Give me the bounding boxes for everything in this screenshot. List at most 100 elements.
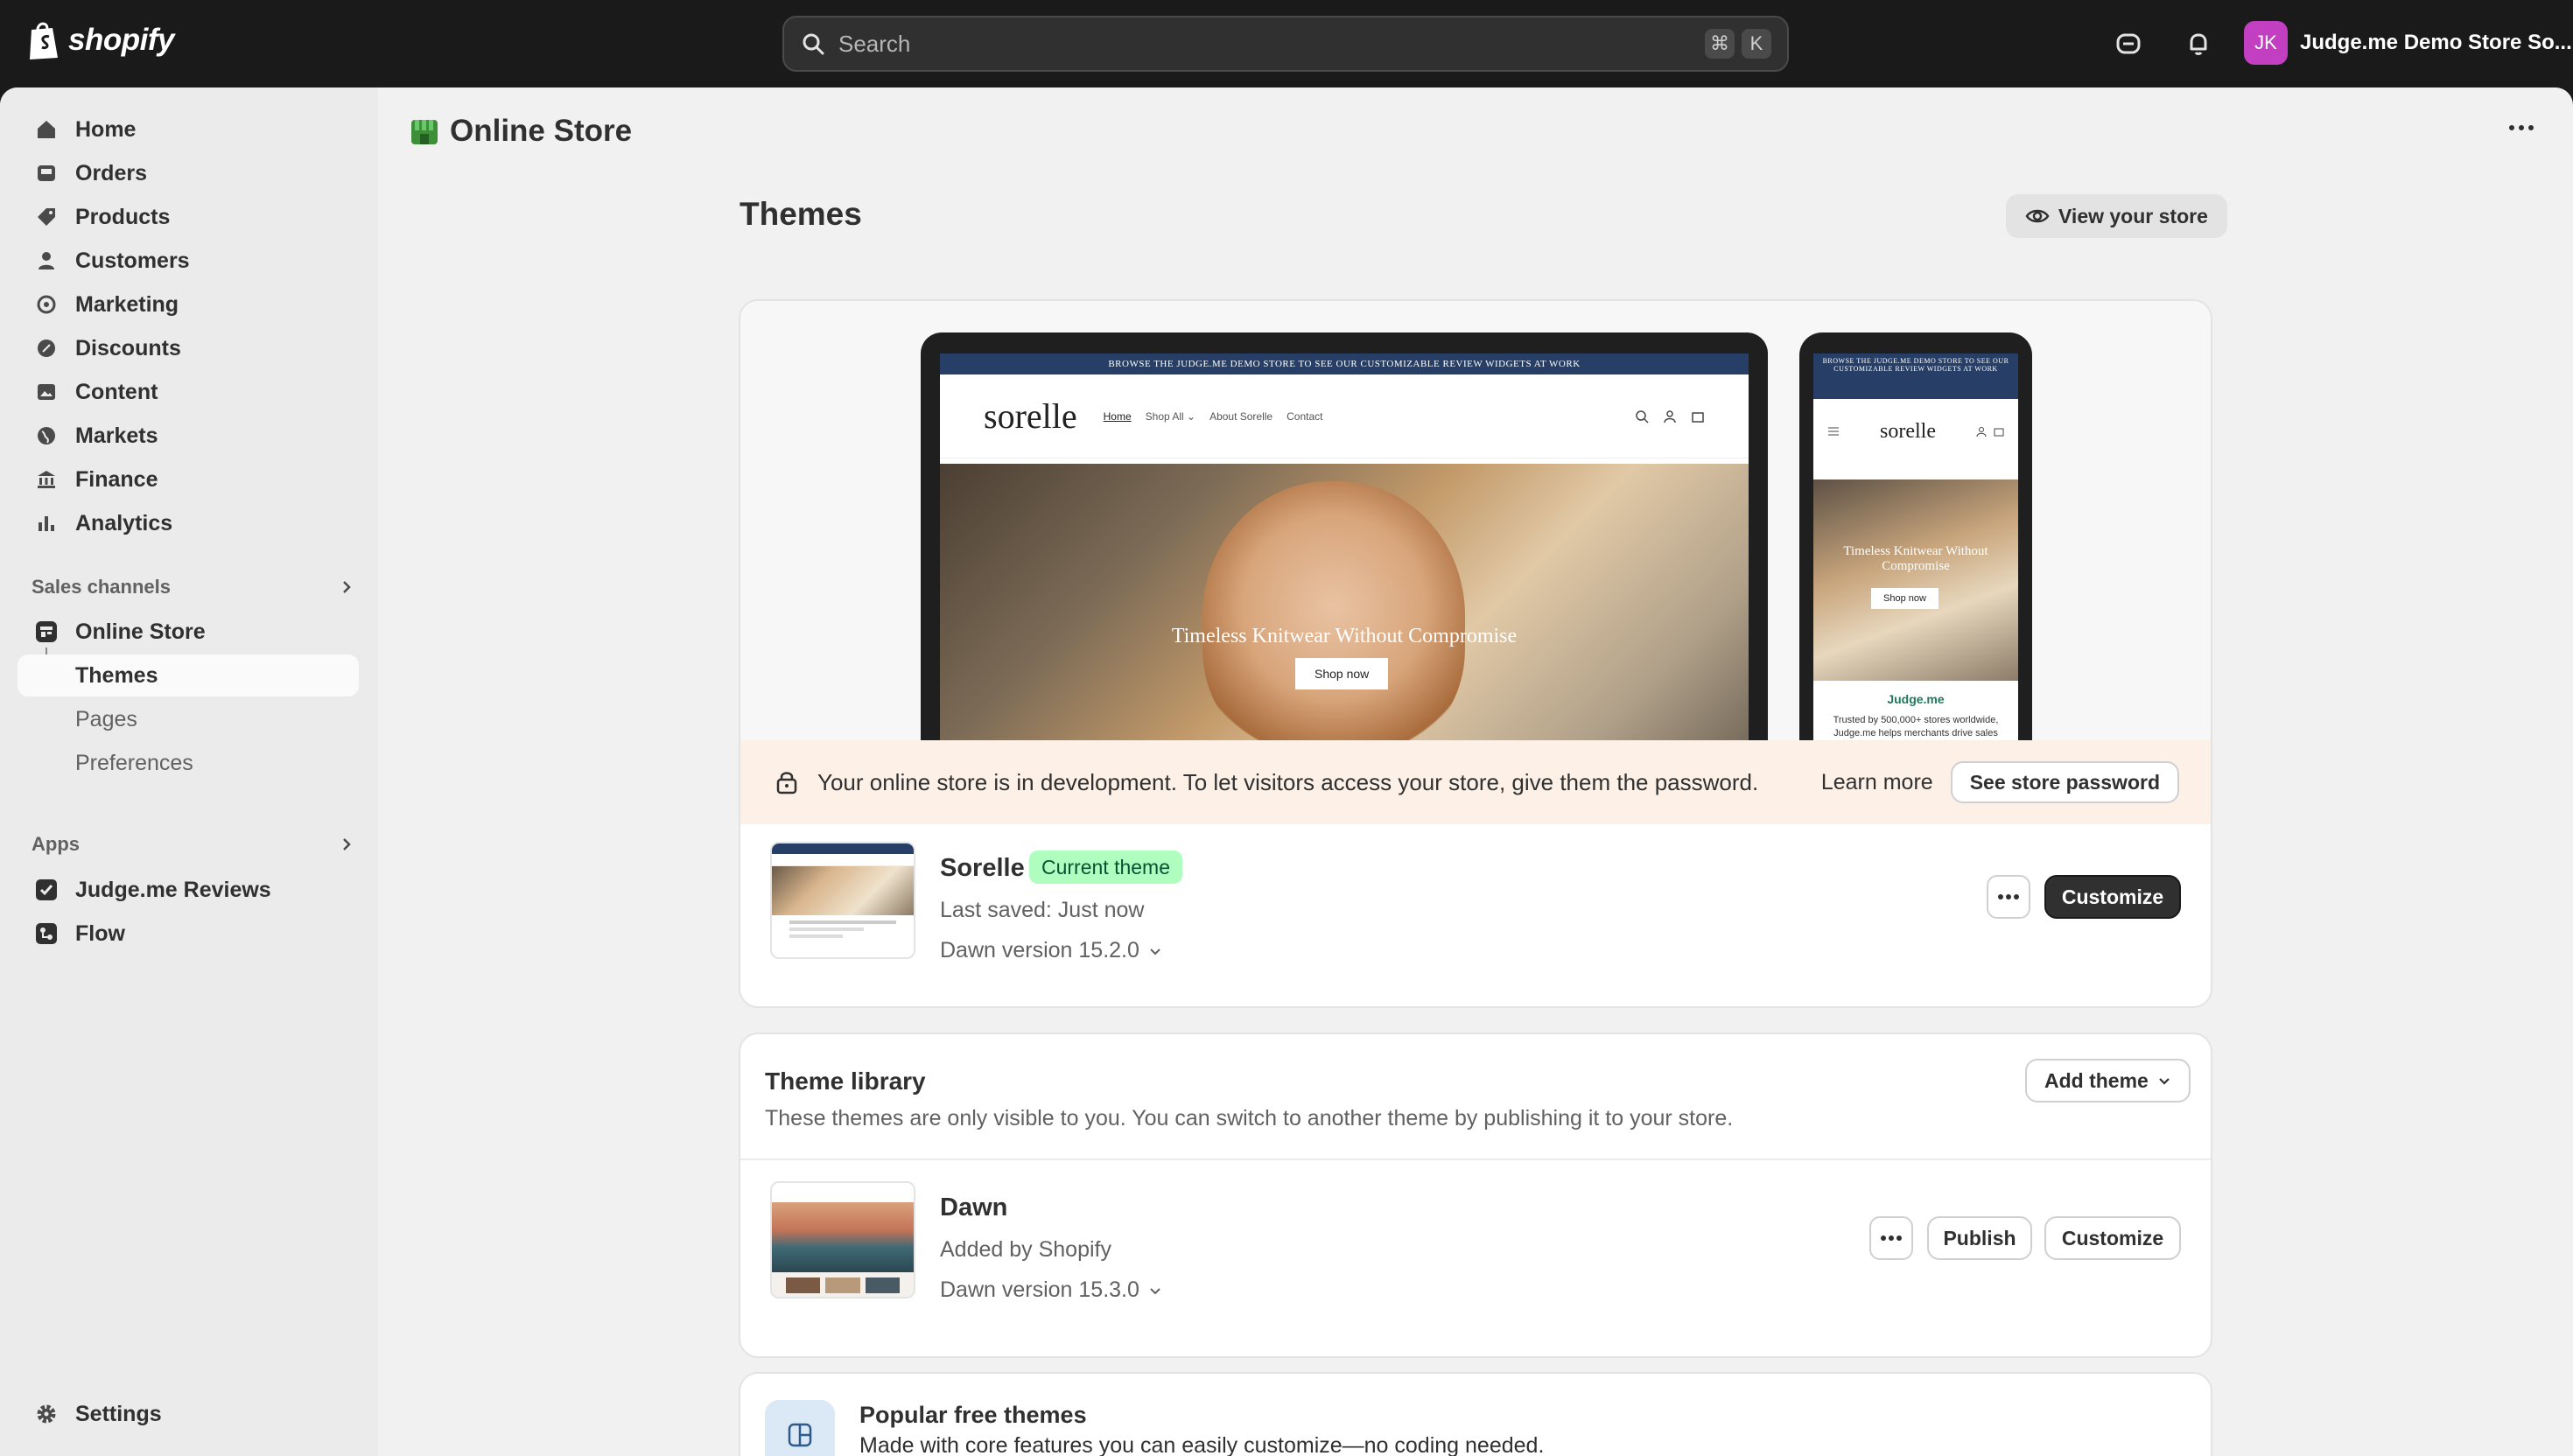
sidebar-item-label: Themes bbox=[75, 662, 158, 688]
sidebar-item-judgeme-reviews[interactable]: Judge.me Reviews bbox=[18, 869, 359, 911]
mobile-screen: BROWSE THE JUDGE.ME DEMO STORE TO SEE OU… bbox=[1813, 354, 2018, 740]
store-nav-item: About Sorelle bbox=[1209, 410, 1273, 423]
add-theme-label: Add theme bbox=[2044, 1068, 2149, 1092]
sidebar-item-markets[interactable]: Markets bbox=[18, 415, 359, 457]
themes-heading: Themes bbox=[740, 196, 862, 232]
view-store-button[interactable]: View your store bbox=[2006, 194, 2227, 238]
cart-icon bbox=[1994, 428, 2004, 437]
judgeme-review-widget: Judge.me Trusted by 500,000+ stores worl… bbox=[1813, 691, 2018, 740]
sidebar-item-pages[interactable]: Pages bbox=[18, 698, 359, 740]
sidebar-item-label: Judge.me Reviews bbox=[75, 877, 271, 902]
store-nav-item: Shop All ⌄ bbox=[1145, 410, 1196, 423]
store-header: sorelle Home Shop All ⌄ About Sorelle Co… bbox=[940, 374, 1749, 458]
store-header-icons bbox=[1635, 410, 1705, 424]
more-horizontal-icon bbox=[1998, 894, 2019, 900]
search-icon bbox=[803, 33, 824, 55]
bell-glyph bbox=[2190, 33, 2207, 55]
chevron-right-icon bbox=[343, 581, 351, 593]
page-title: Online Store bbox=[450, 114, 633, 148]
hero-shop-button: Shop now bbox=[1295, 658, 1389, 690]
mobile-hero-heading: Timeless Knitwear Without Compromise bbox=[1843, 544, 1988, 573]
sidebar-item-products[interactable]: Products bbox=[18, 196, 359, 238]
mobile-announcement-bar: BROWSE THE JUDGE.ME DEMO STORE TO SEE OU… bbox=[1813, 354, 2018, 399]
account-menu[interactable]: JK Judge.me Demo Store So... bbox=[2244, 21, 2572, 65]
store-nav-item: Home bbox=[1103, 410, 1132, 423]
theme-layout-icon bbox=[765, 1400, 835, 1456]
customize-current-theme-button[interactable]: Customize bbox=[2044, 875, 2181, 919]
sidebar-item-settings[interactable]: Settings bbox=[18, 1393, 359, 1435]
library-theme-added-by: Added by Shopify bbox=[940, 1237, 1111, 1262]
sidebar-item-flow[interactable]: Flow bbox=[18, 913, 359, 955]
dawn-theme-thumbnail[interactable] bbox=[770, 1181, 915, 1298]
avatar: JK bbox=[2244, 21, 2288, 65]
mobile-hero-image: Timeless Knitwear Without Compromise Sho… bbox=[1813, 480, 2018, 681]
chevron-down-icon bbox=[2159, 1078, 2170, 1085]
popular-themes-title: Popular free themes bbox=[859, 1402, 1087, 1428]
shopify-logo[interactable]: shopify bbox=[26, 19, 174, 61]
divider bbox=[740, 1158, 2211, 1160]
sidebar: Home Orders Products Customers Marketing… bbox=[0, 88, 378, 1456]
store-logo: sorelle bbox=[984, 396, 1077, 436]
sidebar-item-finance[interactable]: Finance bbox=[18, 458, 359, 500]
more-horizontal-icon bbox=[1881, 1236, 1902, 1241]
image-icon bbox=[33, 379, 60, 405]
sorelle-theme-thumbnail[interactable] bbox=[770, 842, 915, 959]
sidebar-item-content[interactable]: Content bbox=[18, 371, 359, 413]
tag-icon bbox=[33, 204, 60, 230]
sidebar-item-label: Finance bbox=[75, 466, 158, 492]
announcement-bar: BROWSE THE JUDGE.ME DEMO STORE TO SEE OU… bbox=[940, 354, 1749, 374]
sidebar-item-label: Analytics bbox=[75, 510, 173, 536]
sidebar-item-marketing[interactable]: Marketing bbox=[18, 284, 359, 326]
popular-themes-card[interactable]: Popular free themes Made with core featu… bbox=[739, 1372, 2212, 1456]
development-message: Your online store is in development. To … bbox=[817, 768, 1759, 795]
account-icon bbox=[1664, 410, 1676, 423]
sidekick-glyph bbox=[2116, 33, 2141, 54]
library-theme-version[interactable]: Dawn version 15.3.0 bbox=[940, 1278, 1162, 1303]
sidebar-item-themes[interactable]: Themes bbox=[18, 654, 359, 696]
current-theme-card: BROWSE THE JUDGE.ME DEMO STORE TO SEE OU… bbox=[739, 299, 2212, 1008]
theme-preview[interactable]: BROWSE THE JUDGE.ME DEMO STORE TO SEE OU… bbox=[740, 301, 2211, 740]
last-saved-text: Last saved: Just now bbox=[940, 898, 1145, 922]
store-nav-item: Contact bbox=[1286, 410, 1323, 423]
account-icon bbox=[1976, 427, 1987, 437]
theme-library-subtitle: These themes are only visible to you. Yo… bbox=[765, 1106, 1734, 1130]
sales-channels-header[interactable]: Sales channels bbox=[32, 576, 355, 598]
sidebar-item-analytics[interactable]: Analytics bbox=[18, 502, 359, 544]
apps-label: Apps bbox=[32, 833, 80, 855]
mobile-store-logo: sorelle bbox=[1880, 419, 1936, 443]
sidekick-icon[interactable] bbox=[2111, 26, 2146, 61]
customize-library-theme-button[interactable]: Customize bbox=[2044, 1216, 2181, 1260]
search-input[interactable] bbox=[838, 30, 1698, 58]
sidebar-item-orders[interactable]: Orders bbox=[18, 152, 359, 194]
current-theme-more-button[interactable] bbox=[1987, 875, 2030, 919]
publish-button[interactable]: Publish bbox=[1927, 1216, 2032, 1260]
sidebar-item-discounts[interactable]: Discounts bbox=[18, 327, 359, 369]
cart-icon bbox=[1692, 411, 1704, 423]
search-bar[interactable]: ⌘ K bbox=[782, 16, 1789, 72]
page-more-actions-icon[interactable] bbox=[2508, 121, 2534, 136]
chevron-right-icon bbox=[343, 838, 351, 850]
sidebar-item-label: Discounts bbox=[75, 335, 181, 360]
add-theme-button[interactable]: Add theme bbox=[2025, 1059, 2191, 1102]
see-store-password-button[interactable]: See store password bbox=[1950, 761, 2179, 803]
library-theme-more-button[interactable] bbox=[1869, 1216, 1913, 1260]
sidebar-item-label: Flow bbox=[75, 920, 125, 946]
sidebar-item-label: Home bbox=[75, 116, 137, 142]
sidebar-item-label: Marketing bbox=[75, 291, 179, 317]
shortcut-cmd-key: ⌘ bbox=[1705, 29, 1735, 59]
sidebar-item-online-store[interactable]: Online Store bbox=[18, 611, 359, 653]
sidebar-item-home[interactable]: Home bbox=[18, 108, 359, 150]
gear-icon bbox=[33, 1401, 60, 1427]
current-theme-version[interactable]: Dawn version 15.2.0 bbox=[940, 938, 1162, 963]
app-frame: Home Orders Products Customers Marketing… bbox=[0, 88, 2573, 1456]
online-store-icon bbox=[411, 120, 438, 144]
sidebar-item-label: Markets bbox=[75, 423, 158, 448]
top-bar: shopify ⌘ K JK Judge.me Demo Store So... bbox=[0, 0, 2573, 88]
learn-more-link[interactable]: Learn more bbox=[1821, 770, 1933, 795]
library-theme-name: Dawn bbox=[940, 1194, 1008, 1222]
shortcut-k-key: K bbox=[1742, 29, 1771, 59]
apps-header[interactable]: Apps bbox=[32, 833, 355, 856]
notifications-bell-icon[interactable] bbox=[2181, 26, 2216, 61]
sidebar-item-customers[interactable]: Customers bbox=[18, 240, 359, 282]
sidebar-item-preferences[interactable]: Preferences bbox=[18, 742, 359, 784]
